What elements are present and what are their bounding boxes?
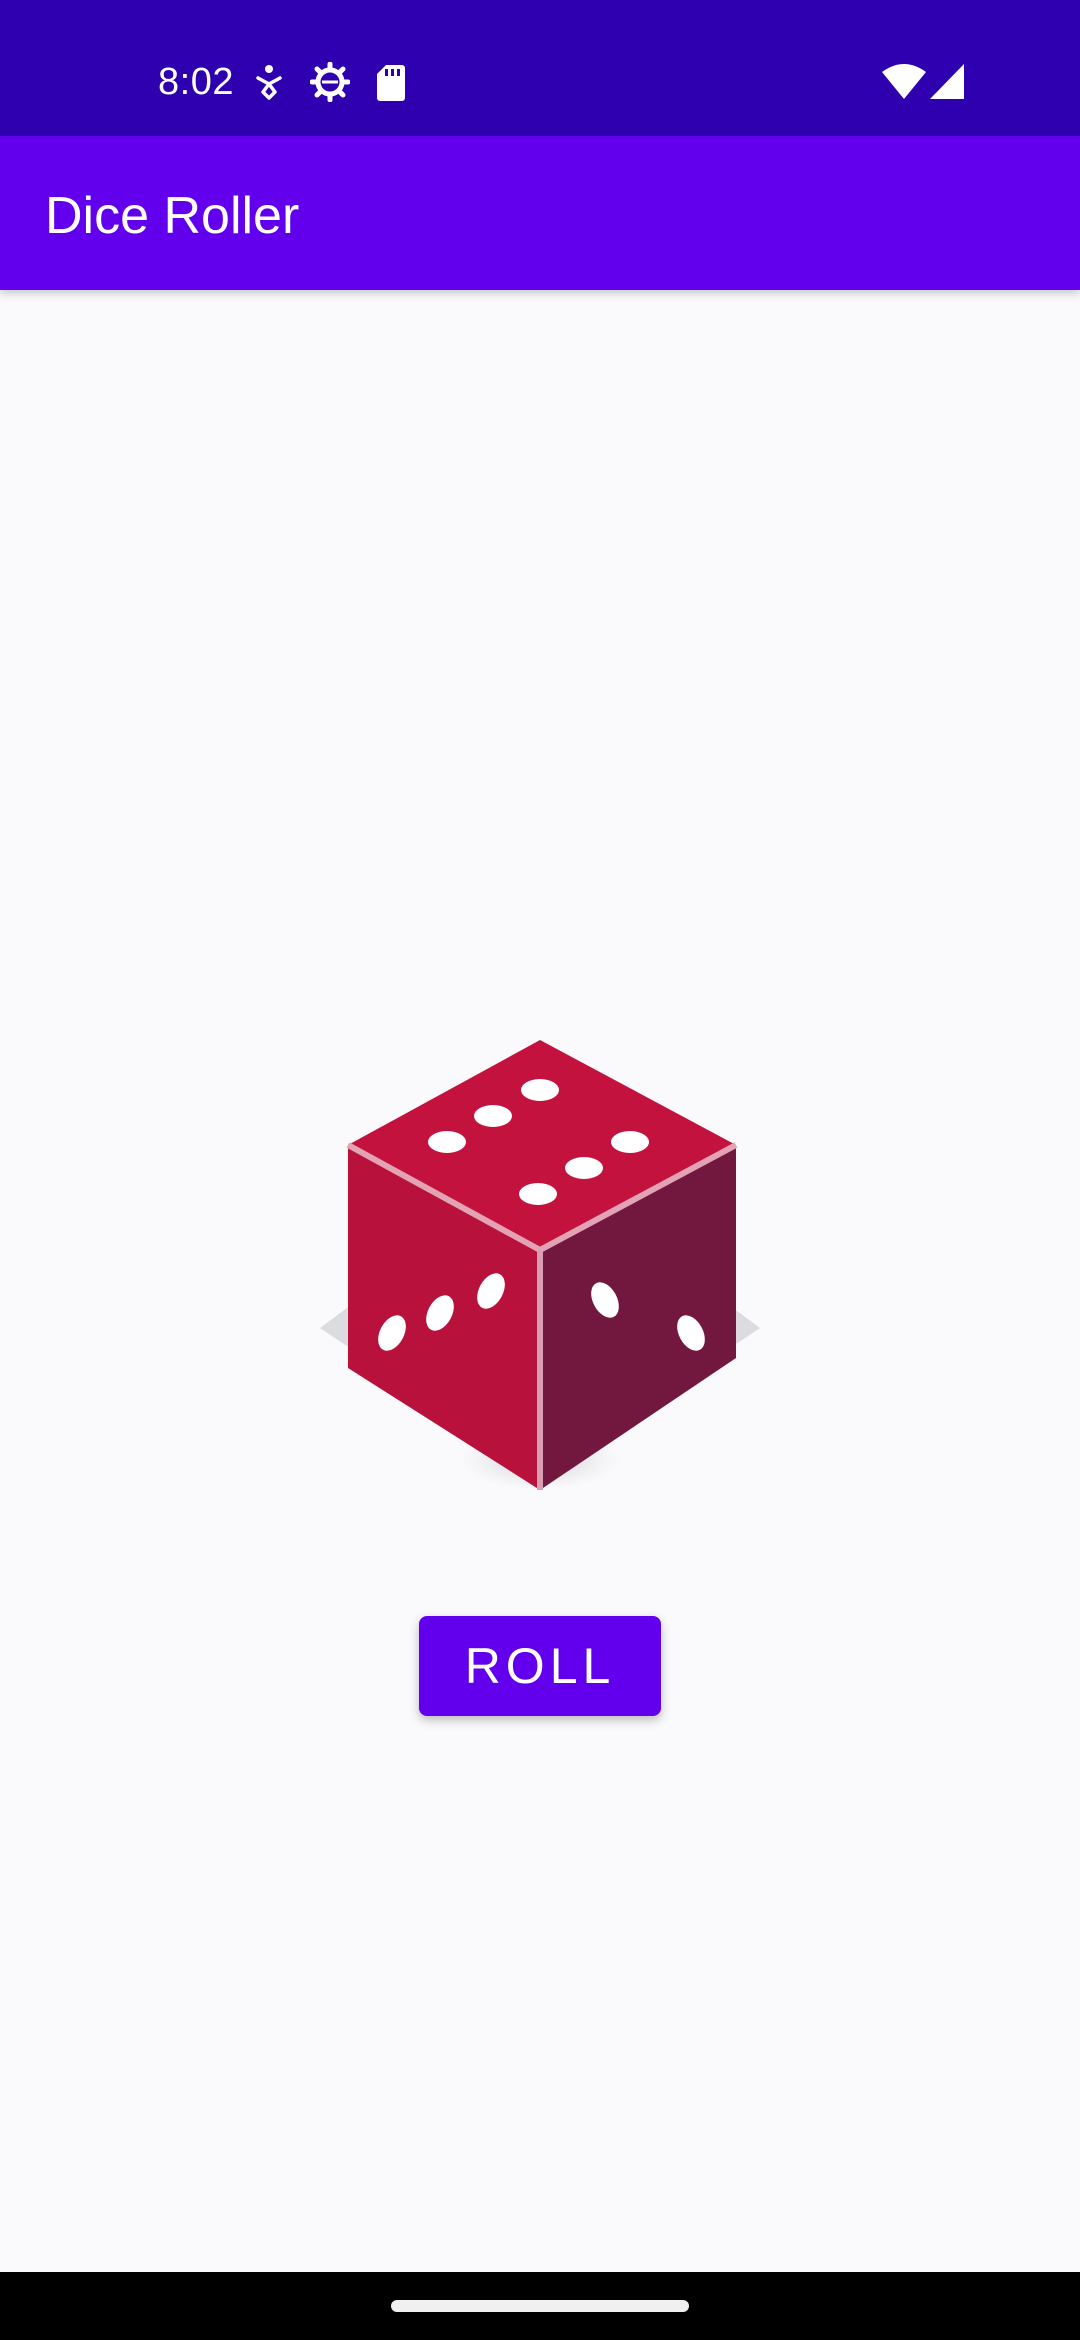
dice-image	[320, 1040, 760, 1490]
status-bar: 8:02	[0, 0, 1080, 136]
navigation-bar	[0, 2272, 1080, 2340]
cell-signal-icon	[930, 64, 964, 99]
roll-button[interactable]: ROLL	[419, 1616, 661, 1716]
gesture-handle[interactable]	[391, 2300, 689, 2312]
app-bar: Dice Roller	[0, 136, 1080, 290]
wifi-icon	[882, 64, 926, 99]
accessibility-icon	[256, 65, 282, 100]
status-time: 8:02	[158, 61, 234, 103]
settings-gear-icon	[310, 62, 350, 102]
sd-card-icon	[377, 65, 405, 101]
app-title: Dice Roller	[45, 187, 300, 245]
